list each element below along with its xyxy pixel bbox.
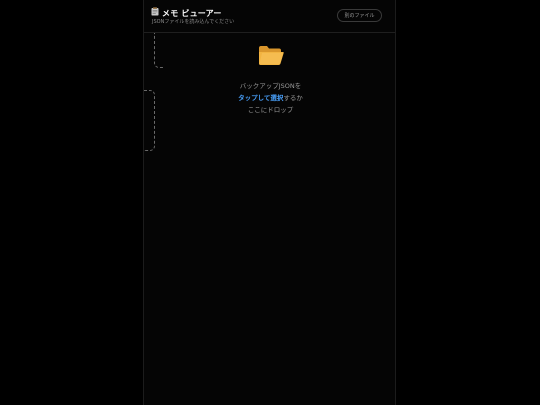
- file-drop-zone[interactable]: バックアップJSONを タップして選択するか ここにドロップ: [144, 44, 397, 124]
- memo-viewer-panel: メモ ビューアー JSONファイルを読み込んでください 別のファイル バックアッ…: [143, 0, 396, 405]
- dropzone-suffix-text: するか: [283, 94, 303, 102]
- open-folder-icon: [258, 44, 284, 66]
- page-title: メモ ビューアー: [162, 8, 222, 18]
- dropzone-instruction-line-2: タップして選択するか: [144, 92, 397, 104]
- tap-to-select-link[interactable]: タップして選択: [238, 94, 283, 102]
- other-file-button[interactable]: 別のファイル: [337, 9, 382, 22]
- header: メモ ビューアー JSONファイルを読み込んでください 別のファイル: [144, 0, 395, 33]
- dropzone-instruction-line-1: バックアップJSONを: [239, 82, 302, 90]
- dropzone-instruction-line-3: ここにドロップ: [247, 106, 294, 114]
- page-subtitle: JSONファイルを読み込んでください: [152, 19, 235, 25]
